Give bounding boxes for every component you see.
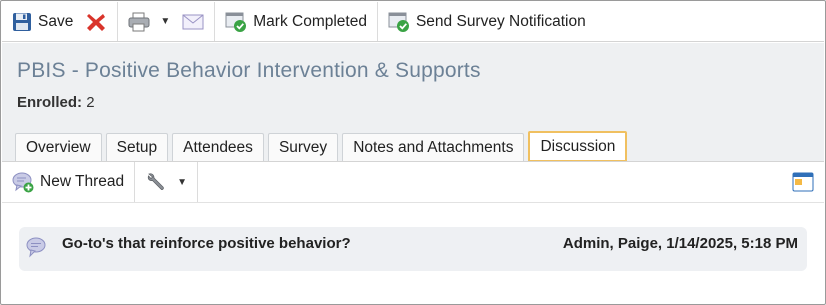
- mark-completed-label: Mark Completed: [253, 12, 367, 30]
- print-button[interactable]: ▼: [126, 7, 172, 37]
- send-survey-notification-label: Send Survey Notification: [415, 12, 586, 30]
- thread-subject[interactable]: Go-to's that reinforce positive behavior…: [62, 227, 351, 261]
- subbar-group-thread: New Thread: [2, 162, 136, 202]
- list-item[interactable]: Go-to's that reinforce positive behavior…: [19, 227, 807, 271]
- page-title: PBIS - Positive Behavior Intervention & …: [17, 59, 481, 82]
- red-x-icon: [85, 11, 107, 33]
- save-label: Save: [38, 12, 74, 30]
- tab-bar: Overview Setup Attendees Survey Notes an…: [15, 131, 628, 162]
- discussion-toolbar: New Thread ▼: [2, 161, 824, 203]
- chevron-down-icon[interactable]: ▼: [160, 16, 170, 27]
- wrench-icon: [145, 171, 167, 193]
- delete-button[interactable]: [83, 7, 109, 37]
- speech-bubble-plus-icon: [12, 171, 34, 193]
- tab-survey[interactable]: Survey: [267, 133, 339, 162]
- enrolled-count: Enrolled: 2: [17, 94, 95, 111]
- envelope-icon: [182, 13, 204, 31]
- tab-setup[interactable]: Setup: [105, 133, 169, 162]
- checkmark-window-icon: [225, 11, 247, 33]
- subbar-group-tools: ▼: [135, 162, 199, 202]
- enrolled-value: 2: [86, 94, 95, 111]
- new-thread-button[interactable]: New Thread: [10, 167, 126, 197]
- enrolled-label: Enrolled:: [17, 94, 83, 111]
- tools-dropdown-button[interactable]: ▼: [143, 167, 189, 197]
- popout-button[interactable]: [792, 172, 814, 196]
- toolbar-group-file: Save: [2, 2, 119, 41]
- window-icon: [792, 172, 814, 192]
- checkmark-window-icon: [388, 11, 410, 33]
- new-thread-label: New Thread: [40, 173, 125, 190]
- tab-notes-and-attachments[interactable]: Notes and Attachments: [342, 133, 525, 162]
- printer-icon: [128, 12, 150, 32]
- toolbar-group-complete: Mark Completed: [215, 2, 378, 41]
- chevron-down-icon: ▼: [177, 176, 188, 188]
- tab-discussion[interactable]: Discussion: [528, 131, 628, 162]
- main-toolbar: Save ▼ Mark Completed Send Survey Notifi…: [2, 2, 824, 42]
- toolbar-group-survey: Send Survey Notification: [378, 2, 596, 41]
- tab-overview[interactable]: Overview: [15, 133, 102, 162]
- mark-completed-button[interactable]: Mark Completed: [223, 7, 369, 37]
- record-header: PBIS - Positive Behavior Intervention & …: [2, 43, 824, 162]
- floppy-disk-icon: [12, 12, 32, 32]
- toolbar-group-output: ▼: [118, 2, 216, 41]
- email-button[interactable]: [180, 7, 206, 37]
- app-frame: Save ▼ Mark Completed Send Survey Notifi…: [0, 0, 826, 305]
- send-survey-notification-button[interactable]: Send Survey Notification: [386, 7, 588, 37]
- save-button[interactable]: Save: [10, 7, 75, 37]
- tab-attendees[interactable]: Attendees: [172, 133, 264, 162]
- speech-bubble-icon: [25, 236, 47, 258]
- thread-author-date: Admin, Paige, 1/14/2025, 5:18 PM: [562, 235, 798, 252]
